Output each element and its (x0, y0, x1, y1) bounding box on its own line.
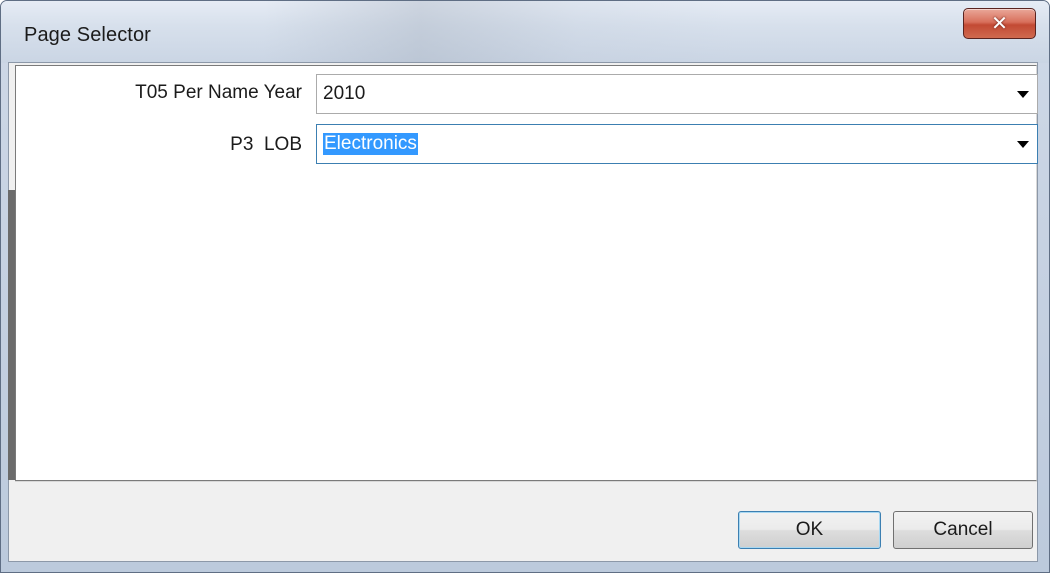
chevron-down-icon[interactable] (1017, 91, 1029, 98)
footer-separator (15, 481, 1037, 482)
title-bar[interactable]: Page Selector ✕ (1, 1, 1049, 63)
lob-dropdown-value: Electronics (323, 133, 418, 155)
chevron-down-icon[interactable] (1017, 141, 1029, 148)
year-dropdown-value: 2010 (323, 83, 366, 104)
ok-button[interactable]: OK (738, 511, 881, 549)
lob-label-text: P3 LOB (230, 134, 302, 155)
lob-label: P3 LOB (22, 134, 302, 156)
panel-left-edge (8, 190, 15, 480)
year-dropdown[interactable]: 2010 (316, 74, 1038, 114)
dialog-title: Page Selector (24, 24, 151, 46)
lob-dropdown[interactable]: Electronics (316, 124, 1038, 164)
close-icon: ✕ (991, 10, 1008, 35)
close-button[interactable]: ✕ (963, 8, 1036, 39)
year-label: T05 Per Name Year (135, 82, 302, 103)
cancel-button[interactable]: Cancel (893, 511, 1033, 549)
